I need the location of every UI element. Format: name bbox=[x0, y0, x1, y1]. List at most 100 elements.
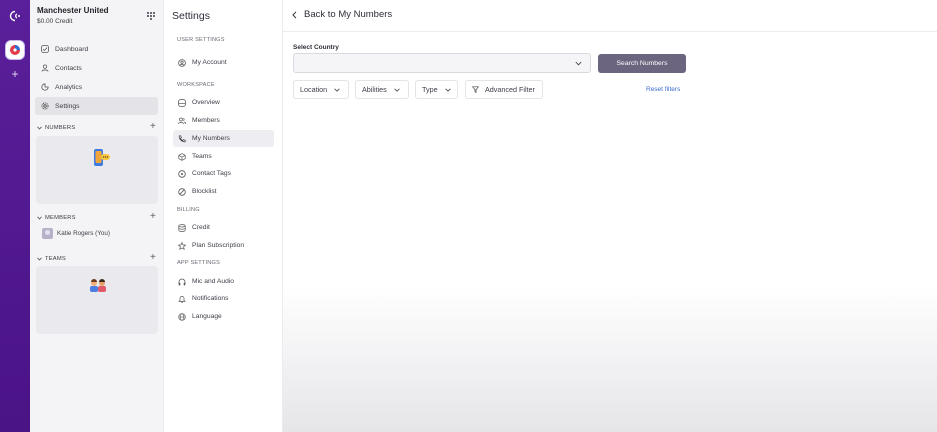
settings-item-label: Notifications bbox=[192, 295, 229, 302]
type-filter[interactable]: Type bbox=[415, 80, 458, 99]
filter-icon bbox=[472, 86, 479, 93]
settings-item-blocklist[interactable]: Blocklist bbox=[173, 183, 274, 200]
main-nav: Dashboard Contacts Analytics Settings bbox=[35, 40, 158, 116]
user-settings-heading: USER SETTINGS bbox=[177, 37, 225, 43]
app-settings-heading: APP SETTINGS bbox=[177, 260, 221, 266]
filter-label: Location bbox=[300, 85, 328, 94]
nav-item-label: Dashboard bbox=[55, 45, 89, 53]
section-label: NUMBERS bbox=[45, 125, 76, 131]
nav-item-label: Contacts bbox=[55, 64, 82, 72]
settings-item-plan-subscription[interactable]: Plan Subscription bbox=[173, 237, 274, 254]
billing-heading: BILLING bbox=[177, 207, 200, 213]
settings-item-my-account[interactable]: My Account bbox=[173, 54, 274, 71]
advanced-filter-button[interactable]: Advanced Filter bbox=[465, 80, 543, 99]
member-name: Katie Rogers (You) bbox=[57, 230, 110, 237]
add-workspace-button[interactable]: + bbox=[9, 68, 21, 80]
settings-item-overview[interactable]: Overview bbox=[173, 94, 274, 111]
nav-item-analytics[interactable]: Analytics bbox=[35, 78, 158, 96]
filter-label: Advanced Filter bbox=[485, 85, 535, 94]
settings-item-mic-audio[interactable]: Mic and Audio bbox=[173, 273, 274, 290]
user-icon bbox=[41, 64, 55, 72]
team-illustration-icon bbox=[88, 279, 108, 293]
main-content: Back to My Numbers Select Country Search… bbox=[283, 0, 937, 432]
settings-item-credit[interactable]: Credit bbox=[173, 219, 274, 236]
settings-item-my-numbers[interactable]: My Numbers bbox=[173, 130, 274, 147]
teams-empty-card bbox=[36, 266, 158, 334]
settings-item-label: Plan Subscription bbox=[192, 242, 245, 249]
page-header: Back to My Numbers bbox=[283, 0, 937, 32]
settings-item-teams[interactable]: Teams bbox=[173, 148, 274, 165]
globe-icon bbox=[178, 312, 192, 321]
members-icon bbox=[178, 117, 192, 125]
settings-item-label: Members bbox=[192, 117, 220, 124]
phone-icon bbox=[178, 134, 192, 143]
settings-item-label: Blocklist bbox=[192, 188, 217, 195]
workspace-heading: WORKSPACE bbox=[177, 82, 215, 88]
nav-item-label: Settings bbox=[55, 102, 80, 110]
add-team-button[interactable]: + bbox=[150, 252, 156, 263]
location-filter[interactable]: Location bbox=[293, 80, 349, 99]
abilities-filter[interactable]: Abilities bbox=[355, 80, 409, 99]
filter-label: Type bbox=[422, 85, 438, 94]
numbers-empty-card bbox=[36, 136, 158, 204]
chevron-left-icon bbox=[292, 10, 304, 19]
app-rail: + bbox=[0, 0, 30, 432]
back-label: Back to My Numbers bbox=[304, 9, 393, 20]
block-icon bbox=[178, 187, 192, 196]
members-section-header[interactable]: MEMBERS + bbox=[37, 211, 158, 223]
member-item[interactable]: Katie Rogers (You) bbox=[42, 228, 110, 239]
settings-item-language[interactable]: Language bbox=[173, 308, 274, 325]
chevron-down-icon bbox=[444, 88, 451, 92]
app-logo-icon[interactable] bbox=[8, 9, 22, 23]
analytics-icon bbox=[41, 83, 55, 91]
add-member-button[interactable]: + bbox=[150, 211, 156, 222]
settings-item-label: My Numbers bbox=[192, 135, 230, 142]
teams-section-header[interactable]: TEAMS + bbox=[37, 252, 158, 264]
country-select[interactable] bbox=[293, 53, 591, 73]
settings-item-label: Credit bbox=[192, 224, 210, 231]
reset-filters-link[interactable]: Reset filters bbox=[646, 86, 680, 93]
credit-icon bbox=[178, 223, 192, 232]
add-number-button[interactable]: + bbox=[150, 121, 156, 132]
nav-item-contacts[interactable]: Contacts bbox=[35, 59, 158, 77]
headphones-icon bbox=[178, 278, 192, 286]
chevron-down-icon bbox=[37, 126, 42, 130]
nav-item-label: Analytics bbox=[55, 83, 83, 91]
phone-illustration-icon bbox=[92, 148, 112, 168]
section-label: TEAMS bbox=[45, 256, 66, 262]
tag-icon bbox=[178, 169, 192, 178]
nav-item-settings[interactable]: Settings bbox=[35, 97, 158, 115]
settings-item-label: Language bbox=[192, 313, 222, 320]
filter-label: Abilities bbox=[362, 85, 387, 94]
back-button[interactable]: Back to My Numbers bbox=[292, 9, 392, 20]
settings-item-label: My Account bbox=[192, 59, 227, 66]
settings-sidebar: Settings USER SETTINGS My Account WORKSP… bbox=[164, 0, 283, 432]
numbers-section-header[interactable]: NUMBERS + bbox=[37, 121, 158, 133]
chevron-down-icon bbox=[37, 216, 42, 220]
settings-item-label: Contact Tags bbox=[192, 170, 231, 177]
bell-icon bbox=[178, 295, 192, 303]
settings-item-members[interactable]: Members bbox=[173, 112, 274, 129]
chevron-down-icon bbox=[37, 257, 42, 261]
organization-credit: $0.00 Credit bbox=[37, 18, 73, 25]
workspace-panel: Manchester United $0.00 Credit Dashboard… bbox=[30, 0, 164, 432]
teams-icon bbox=[178, 152, 192, 161]
organization-name: Manchester United bbox=[37, 6, 109, 15]
nav-item-dashboard[interactable]: Dashboard bbox=[35, 40, 158, 58]
chevron-down-icon bbox=[334, 88, 340, 92]
select-country-label: Select Country bbox=[293, 44, 339, 51]
workspace-avatar[interactable] bbox=[5, 40, 25, 60]
organization-info[interactable]: Manchester United $0.00 Credit bbox=[37, 6, 109, 25]
settings-item-label: Teams bbox=[192, 153, 212, 160]
chevron-down-icon bbox=[575, 61, 582, 66]
avatar bbox=[42, 228, 53, 239]
dialpad-icon[interactable] bbox=[146, 11, 156, 22]
settings-item-contact-tags[interactable]: Contact Tags bbox=[173, 165, 274, 182]
settings-item-label: Mic and Audio bbox=[192, 278, 235, 285]
account-icon bbox=[178, 58, 192, 67]
search-numbers-button[interactable]: Search Numbers bbox=[598, 54, 686, 73]
settings-item-notifications[interactable]: Notifications bbox=[173, 290, 274, 307]
chevron-down-icon bbox=[394, 88, 400, 92]
gear-icon bbox=[41, 102, 55, 110]
settings-item-label: Overview bbox=[192, 99, 220, 106]
